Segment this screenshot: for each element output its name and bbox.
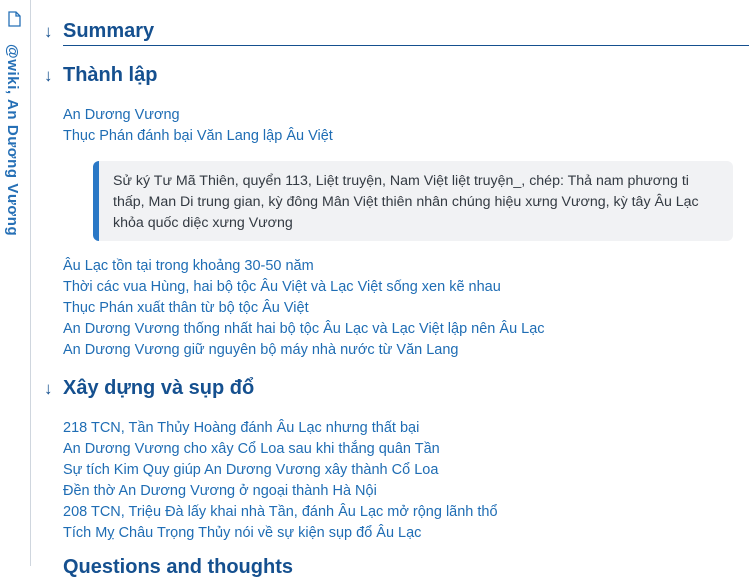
heading-divider xyxy=(63,45,749,46)
link-list-thanh-lap-b: Âu Lạc tồn tại trong khoảng 30-50 năm Th… xyxy=(63,256,545,361)
link-item[interactable]: Thời các vua Hùng, hai bộ tộc Âu Việt và… xyxy=(63,277,545,298)
arrow-down-icon[interactable]: ↓ xyxy=(44,379,57,399)
link-item[interactable]: Âu Lạc tồn tại trong khoảng 30-50 năm xyxy=(63,256,545,277)
heading-thanh-lap: ↓ Thành lập xyxy=(44,64,157,87)
link-item[interactable]: 218 TCN, Tần Thủy Hoàng đánh Âu Lạc nhưn… xyxy=(63,418,498,439)
link-item[interactable]: Sự tích Kim Quy giúp An Dương Vương xây … xyxy=(63,460,498,481)
link-item[interactable]: An Dương Vương giữ nguyên bộ máy nhà nướ… xyxy=(63,340,545,361)
heading-next-section: Questions and thoughts xyxy=(63,556,293,578)
link-item[interactable]: Thục Phán đánh bại Văn Lang lập Âu Việt xyxy=(63,126,333,147)
heading-summary: ↓ Summary xyxy=(44,20,154,43)
blockquote: Sử ký Tư Mã Thiên, quyển 113, Liệt truyệ… xyxy=(93,161,733,241)
sidebar-page-title[interactable]: @wiki, An Dương Vương xyxy=(4,44,21,236)
link-item[interactable]: An Dương Vương thống nhất hai bộ tộc Âu … xyxy=(63,319,545,340)
heading-text: Summary xyxy=(63,20,155,42)
heading-xay-dung: ↓ Xây dựng và sụp đổ xyxy=(44,377,254,400)
link-item[interactable]: Thục Phán xuất thân từ bộ tộc Âu Việt xyxy=(63,298,545,319)
link-list-thanh-lap-a: An Dương Vương Thục Phán đánh bại Văn La… xyxy=(63,105,333,147)
link-list-xay-dung: 218 TCN, Tần Thủy Hoàng đánh Âu Lạc nhưn… xyxy=(63,418,498,544)
heading-text: Thành lập xyxy=(63,64,158,86)
heading-text: Xây dựng và sụp đổ xyxy=(63,377,255,399)
sidebar: @wiki, An Dương Vương xyxy=(0,0,31,566)
link-item[interactable]: Đền thờ An Dương Vương ở ngoại thành Hà … xyxy=(63,481,498,502)
link-item[interactable]: An Dương Vương xyxy=(63,105,333,126)
main-content: ↓ Summary ↓ Thành lập An Dương Vương Thụ… xyxy=(44,0,749,578)
document-icon[interactable] xyxy=(8,11,21,27)
arrow-down-icon[interactable]: ↓ xyxy=(44,66,57,86)
decorative-fragment xyxy=(106,0,176,4)
arrow-down-icon[interactable]: ↓ xyxy=(44,22,57,42)
link-item[interactable]: An Dương Vương cho xây Cổ Loa sau khi th… xyxy=(63,439,498,460)
link-item[interactable]: 208 TCN, Triệu Đà lấy khai nhà Tần, đánh… xyxy=(63,502,498,523)
link-item[interactable]: Tích Mỵ Châu Trọng Thủy nói về sự kiện s… xyxy=(63,523,498,544)
